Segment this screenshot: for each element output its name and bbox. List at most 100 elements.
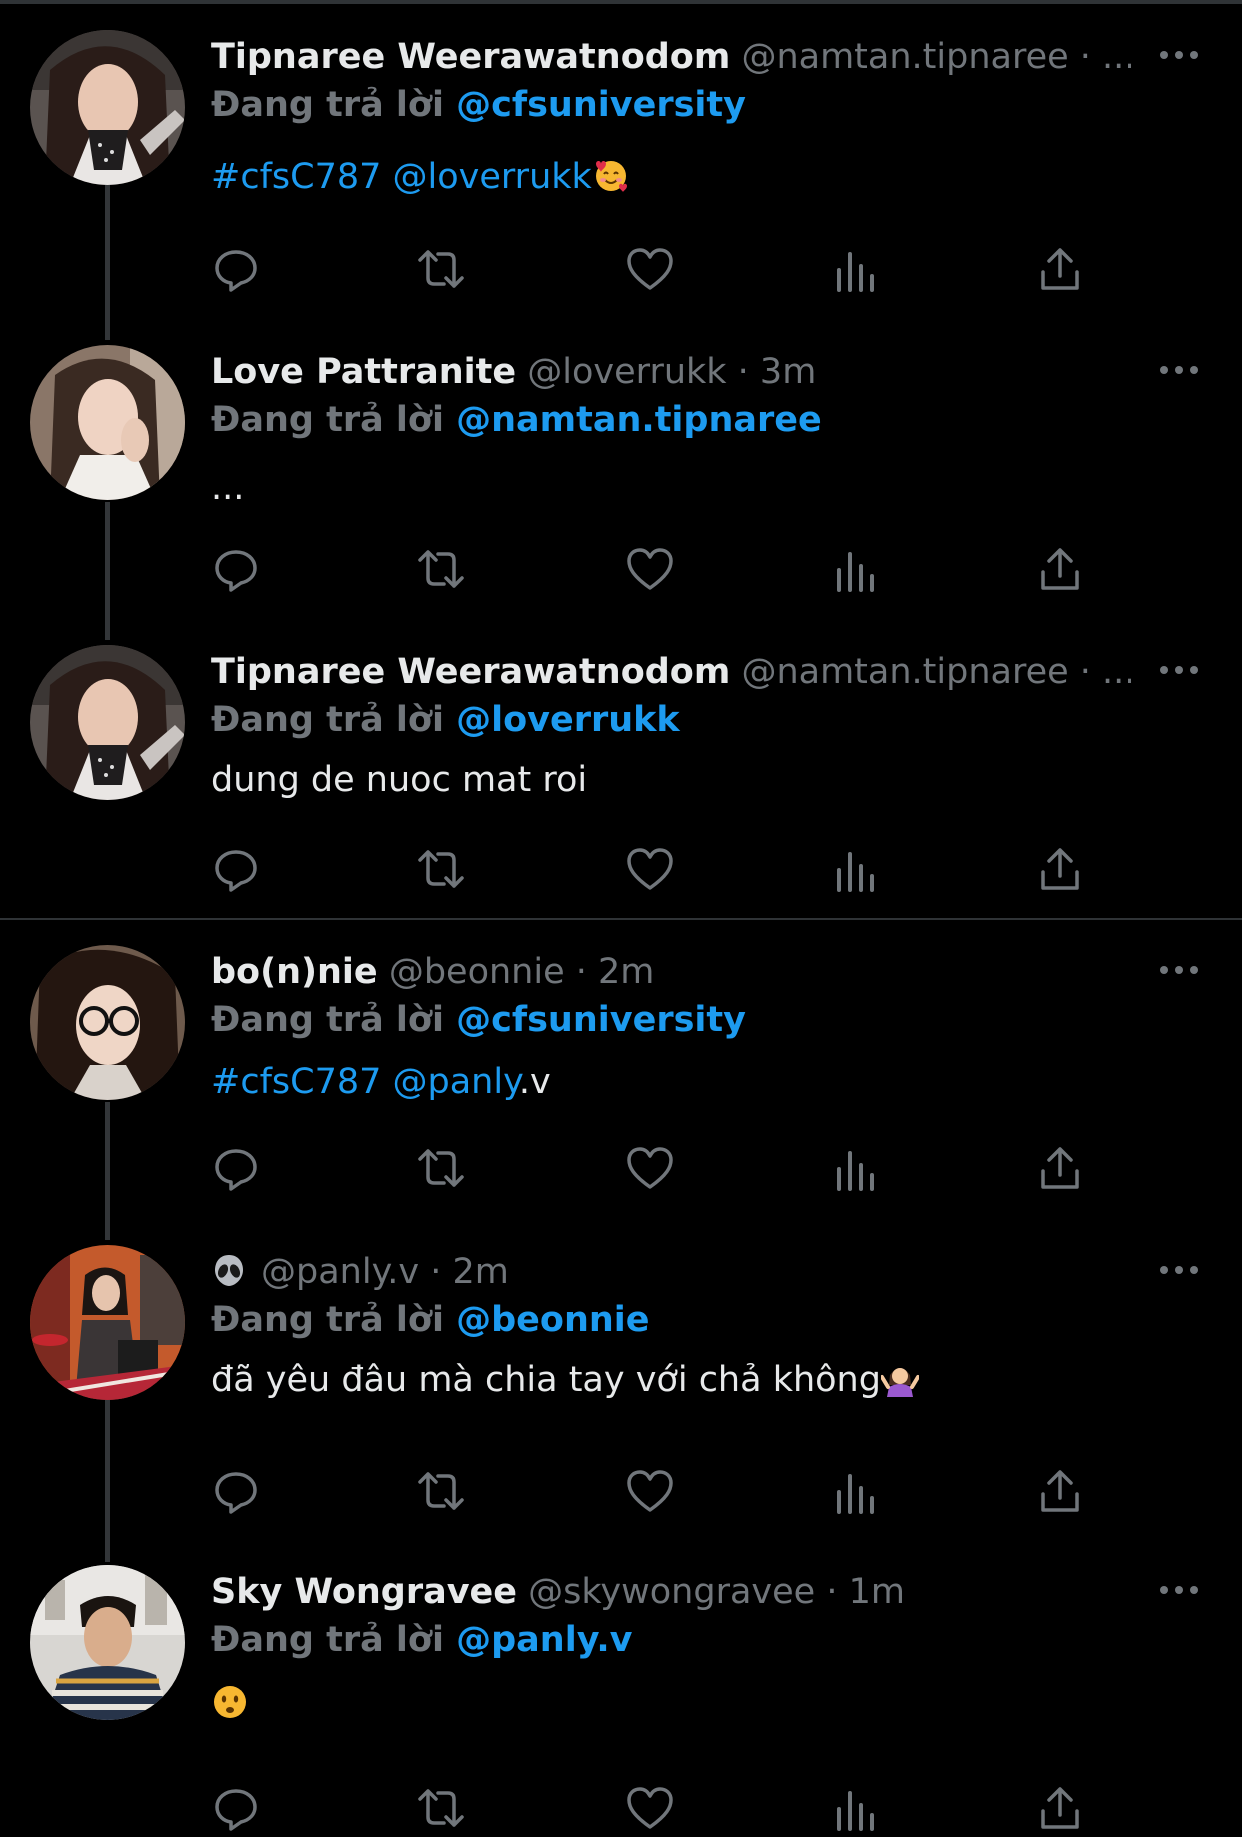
handle-and-time[interactable]: @panly.v · 2m: [261, 1252, 509, 1292]
more-icon[interactable]: [1158, 1569, 1200, 1611]
display-name[interactable]: bo(n)nie: [211, 952, 378, 992]
replying-to: Đang trả lời @cfsuniversity: [211, 80, 746, 130]
reply-prefix: Đang trả lời: [211, 700, 444, 740]
reply-to-handle[interactable]: @cfsuniversity: [456, 1000, 746, 1040]
avatar[interactable]: [30, 30, 185, 185]
tweet-header: @panly.v · 2m: [211, 1248, 1131, 1296]
hashtag-link[interactable]: #cfsC787: [211, 157, 381, 197]
views-icon: [837, 252, 874, 292]
tweet-text: đã yêu đâu mà chia tay với chả không: [211, 1355, 919, 1405]
trailing-text: .v: [518, 1062, 551, 1102]
views-icon: [837, 1151, 874, 1191]
more-icon[interactable]: [1158, 949, 1200, 991]
reply-prefix: Đang trả lời: [211, 1000, 444, 1040]
share-button[interactable]: [1035, 844, 1085, 894]
views-button[interactable]: [830, 1466, 880, 1516]
like-button[interactable]: [625, 244, 675, 294]
retweet-icon: [418, 1789, 464, 1827]
share-button[interactable]: [1035, 244, 1085, 294]
share-button[interactable]: [1035, 1783, 1085, 1833]
avatar[interactable]: [30, 345, 185, 500]
display-name[interactable]: Sky Wongravee: [211, 1572, 517, 1612]
like-button[interactable]: [625, 1783, 675, 1833]
views-button[interactable]: [830, 244, 880, 294]
alien-emoji: [215, 1255, 243, 1286]
display-name[interactable]: Love Pattranite: [211, 352, 516, 392]
tweet-text: #cfsC787 @loverrukk: [211, 152, 630, 202]
avatar[interactable]: [30, 945, 185, 1100]
share-button[interactable]: [1035, 1143, 1085, 1193]
handle-and-time[interactable]: @namtan.tipnaree · ...: [741, 37, 1131, 77]
reply-to-handle[interactable]: @panly.v: [456, 1620, 632, 1660]
reply-button[interactable]: [211, 1783, 261, 1833]
more-icon[interactable]: [1158, 649, 1200, 691]
reply-to-handle[interactable]: @beonnie: [456, 1300, 649, 1340]
retweet-icon: [418, 1149, 464, 1187]
handle-and-time[interactable]: @beonnie · 2m: [389, 952, 655, 992]
avatar[interactable]: [30, 1245, 185, 1400]
more-icon[interactable]: [1158, 1249, 1200, 1291]
more-icon[interactable]: [1158, 349, 1200, 391]
views-button[interactable]: [830, 844, 880, 894]
tweet-actions: [0, 544, 1242, 598]
replying-to: Đang trả lời @loverrukk: [211, 695, 680, 745]
replying-to: Đang trả lời @panly.v: [211, 1615, 632, 1665]
share-icon: [1041, 1787, 1079, 1829]
share-button[interactable]: [1035, 1466, 1085, 1516]
mention-link[interactable]: @loverrukk: [393, 157, 592, 197]
reply-button[interactable]: [211, 844, 261, 894]
reply-button[interactable]: [211, 244, 261, 294]
like-button[interactable]: [625, 1466, 675, 1516]
retweet-button[interactable]: [416, 1143, 466, 1193]
tweet-header: Tipnaree Weerawatnodom @namtan.tipnaree …: [211, 648, 1131, 696]
reply-to-handle[interactable]: @namtan.tipnaree: [456, 400, 822, 440]
retweet-button[interactable]: [416, 844, 466, 894]
tweet-actions: [0, 244, 1242, 298]
mention-link[interactable]: @panly: [393, 1062, 519, 1102]
like-button[interactable]: [625, 544, 675, 594]
replying-to: Đang trả lời @cfsuniversity: [211, 995, 746, 1045]
replying-to: Đang trả lời @namtan.tipnaree: [211, 395, 822, 445]
reply-button[interactable]: [211, 1466, 261, 1516]
tweet-actions: [0, 1143, 1242, 1197]
reply-icon: [215, 1149, 257, 1191]
retweet-button[interactable]: [416, 544, 466, 594]
reply-button[interactable]: [211, 1143, 261, 1193]
handle-and-time[interactable]: @skywongravee · 1m: [528, 1572, 905, 1612]
views-button[interactable]: [830, 544, 880, 594]
share-button[interactable]: [1035, 544, 1085, 594]
display-name[interactable]: Tipnaree Weerawatnodom: [211, 37, 730, 77]
reply-to-handle[interactable]: @cfsuniversity: [456, 85, 746, 125]
like-icon: [627, 848, 673, 890]
retweet-button[interactable]: [416, 1783, 466, 1833]
views-button[interactable]: [830, 1143, 880, 1193]
hashtag-link[interactable]: #cfsC787: [211, 1062, 381, 1102]
like-icon: [627, 248, 673, 290]
more-icon[interactable]: [1158, 34, 1200, 76]
retweet-button[interactable]: [416, 244, 466, 294]
tweet-body: đã yêu đâu mà chia tay với chả không: [211, 1360, 881, 1400]
like-button[interactable]: [625, 1143, 675, 1193]
retweet-button[interactable]: [416, 1466, 466, 1516]
tweet-text: [211, 1679, 249, 1729]
like-icon: [627, 1470, 673, 1512]
share-icon: [1041, 548, 1079, 590]
retweet-icon: [418, 850, 464, 888]
like-button[interactable]: [625, 844, 675, 894]
handle-and-time[interactable]: @namtan.tipnaree · ...: [741, 652, 1131, 692]
views-button[interactable]: [830, 1783, 880, 1833]
tweet-text: dung de nuoc mat roi: [211, 760, 588, 800]
avatar[interactable]: [30, 1565, 185, 1720]
reply-button[interactable]: [211, 544, 261, 594]
display-name[interactable]: Tipnaree Weerawatnodom: [211, 652, 730, 692]
reply-to-handle[interactable]: @loverrukk: [456, 700, 680, 740]
share-icon: [1041, 1147, 1079, 1189]
replying-to: Đang trả lời @beonnie: [211, 1295, 650, 1345]
share-icon: [1041, 848, 1079, 890]
handle-and-time[interactable]: @loverrukk · 3m: [527, 352, 816, 392]
tweet-actions: [0, 1466, 1242, 1520]
avatar[interactable]: [30, 645, 185, 800]
tweet-header: Sky Wongravee @skywongravee · 1m: [211, 1568, 1131, 1616]
views-icon: [837, 1474, 874, 1514]
tweet-text: #cfsC787 @panly.v: [211, 1057, 551, 1107]
